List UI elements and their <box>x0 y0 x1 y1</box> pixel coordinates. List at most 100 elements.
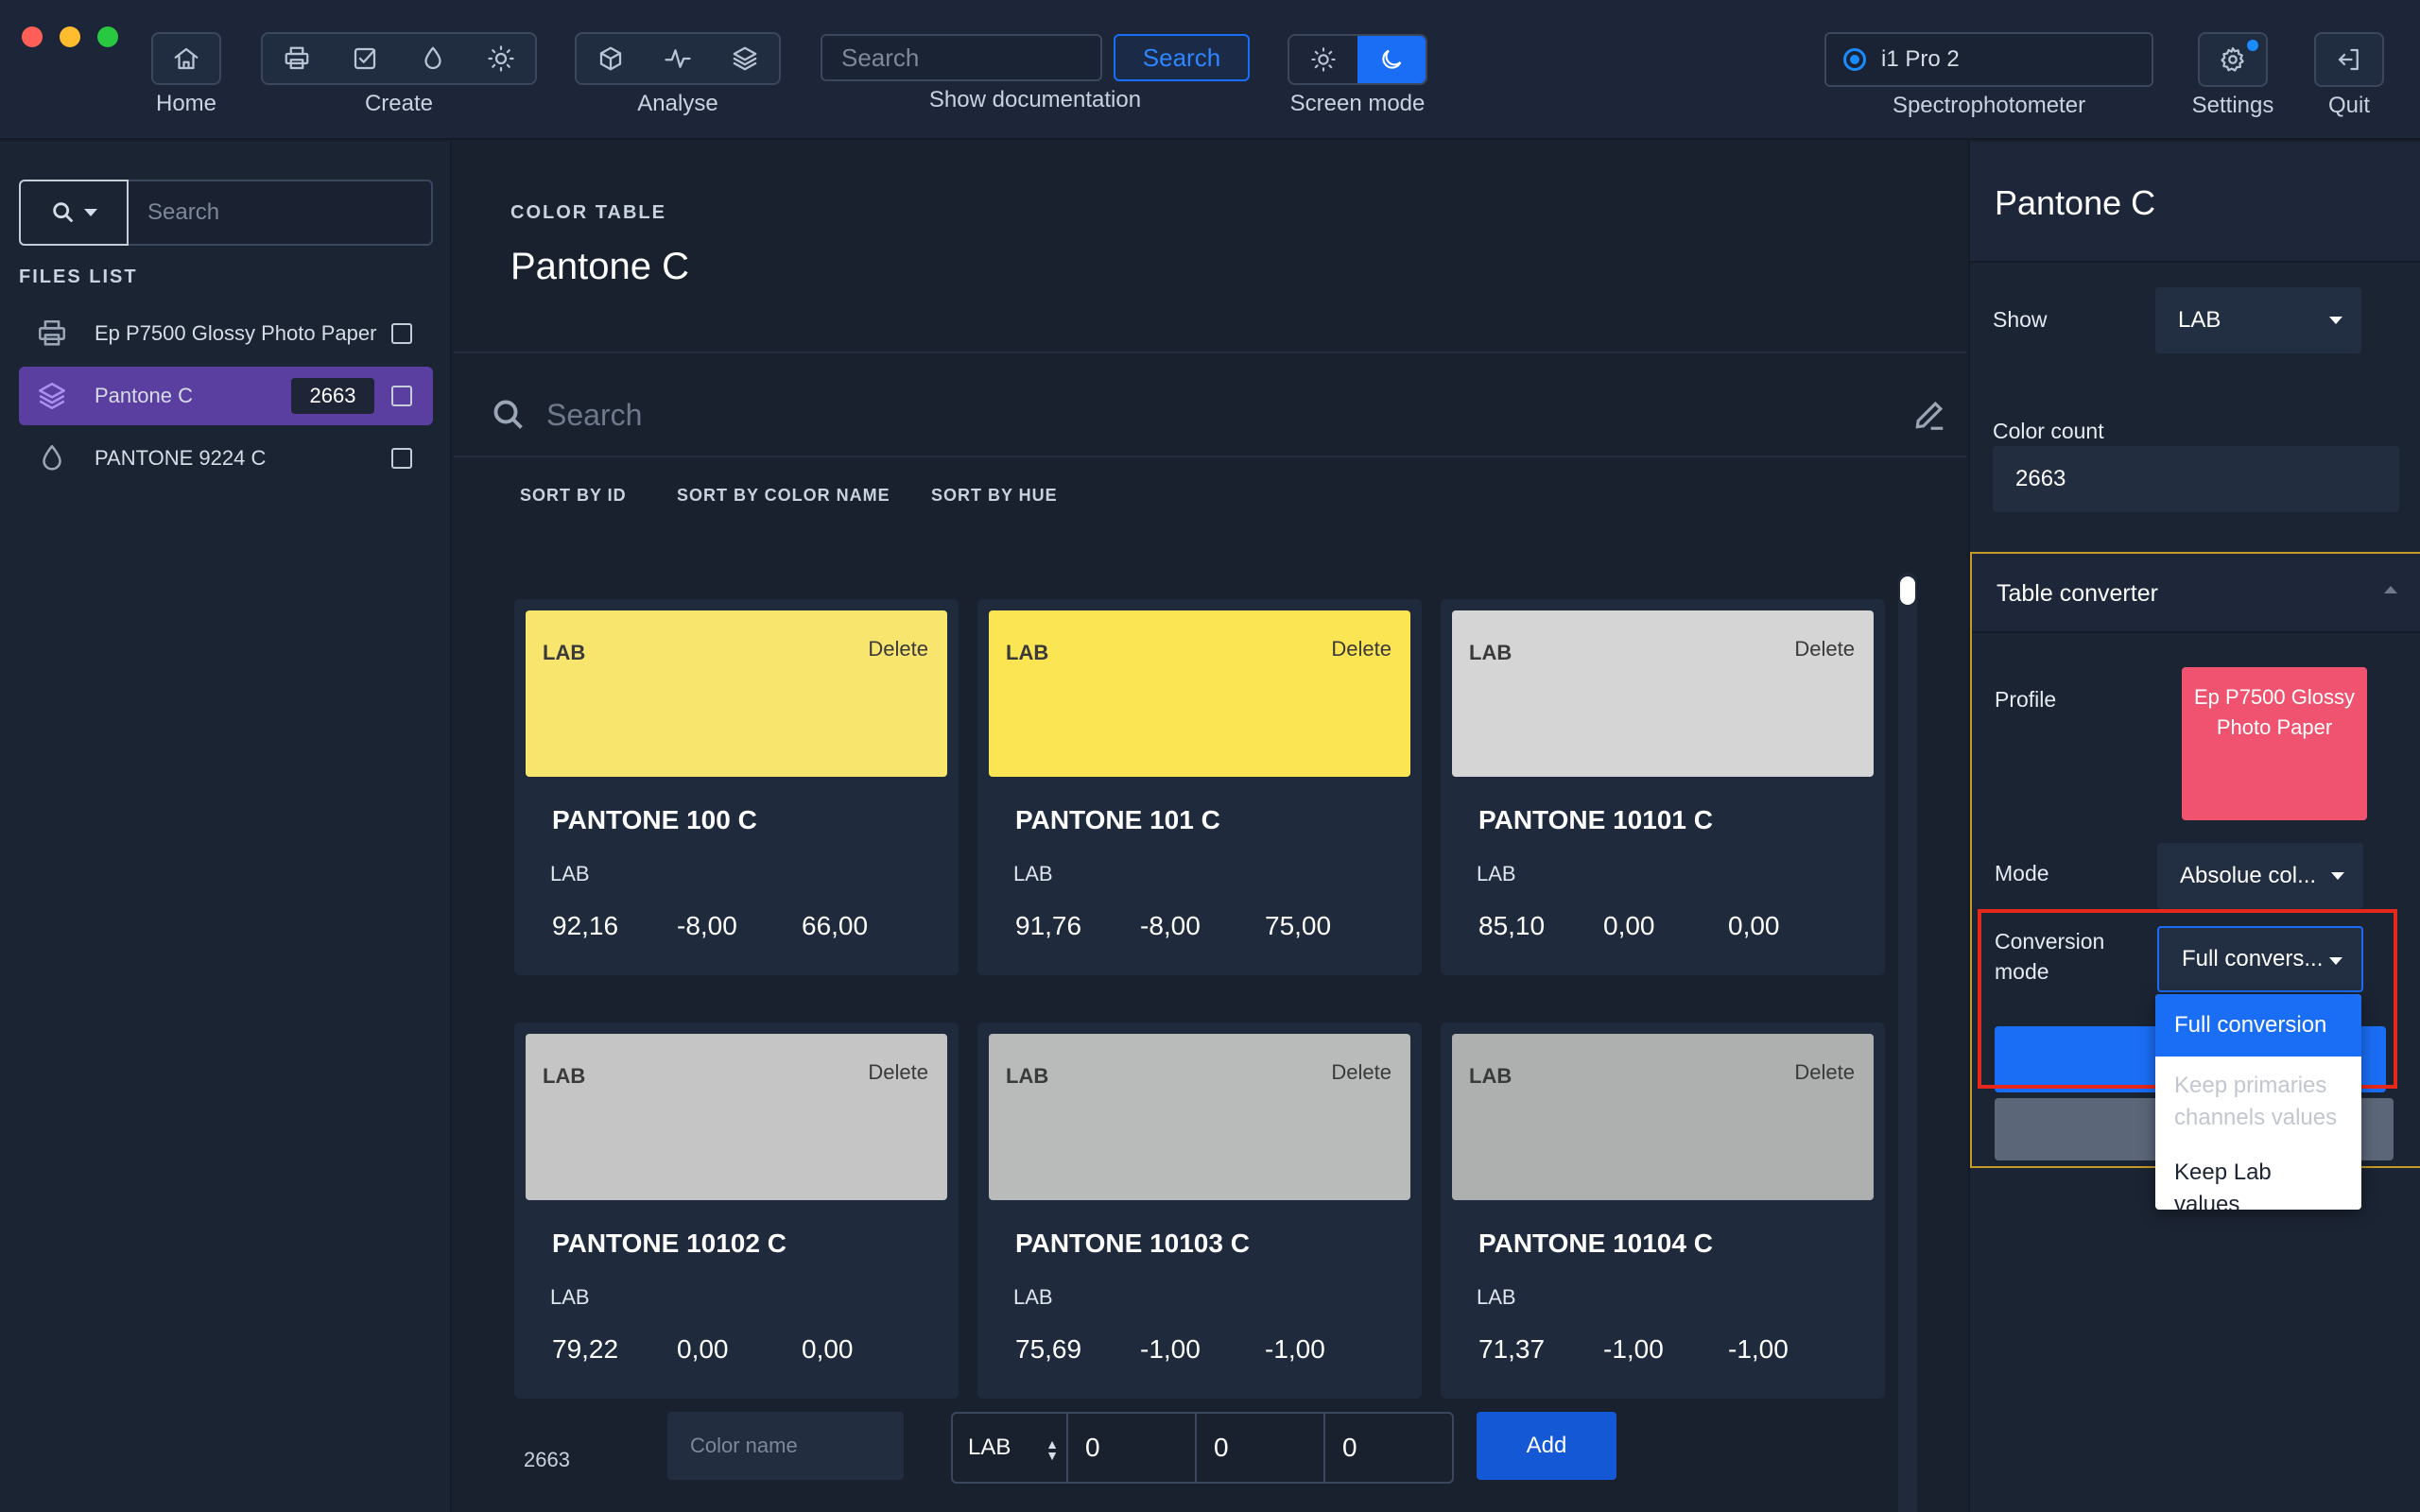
files-list-title: FILES LIST <box>19 266 138 287</box>
settings-button[interactable] <box>2198 32 2268 87</box>
layers-icon <box>38 382 66 410</box>
file-checkbox[interactable] <box>391 386 412 406</box>
delete-color-button[interactable]: Delete <box>868 637 928 662</box>
analyse-layers-button[interactable] <box>718 34 771 83</box>
file-search: Search <box>19 180 433 246</box>
file-name: PANTONE 9224 C <box>95 446 267 470</box>
table-converter-header[interactable]: Table converter <box>1972 554 2420 633</box>
dark-mode-button[interactable] <box>1357 36 1426 83</box>
color-name: PANTONE 100 C <box>552 805 757 834</box>
lab-l-value: 79,22 <box>552 1334 619 1364</box>
delete-color-button[interactable]: Delete <box>868 1060 928 1085</box>
swatch-space-label: LAB <box>1469 1064 1512 1088</box>
file-search-input[interactable]: Search <box>129 180 433 246</box>
divider <box>454 352 1966 353</box>
doc-search-input[interactable]: Search <box>821 34 1102 81</box>
analyse-gamut-button[interactable] <box>584 34 637 83</box>
lab-l-input[interactable]: 0 <box>1068 1412 1197 1484</box>
scrollbar-track[interactable] <box>1898 573 1917 1512</box>
chevron-up-icon <box>2384 586 2397 593</box>
home-group <box>151 32 221 85</box>
add-color-button[interactable]: Add <box>1477 1412 1616 1480</box>
spectrophotometer-select[interactable]: i1 Pro 2 <box>1824 32 2153 87</box>
mode-select[interactable]: Absolue col... <box>2157 843 2363 909</box>
lab-a-value: 0,00 <box>1603 911 1655 940</box>
show-select[interactable]: LAB <box>2155 287 2361 353</box>
quit-button[interactable] <box>2314 32 2384 87</box>
color-card[interactable]: LAB Delete PANTONE 10102 C LAB 79,22 0,0… <box>514 1022 959 1399</box>
lab-l-value: 75,69 <box>1015 1334 1082 1364</box>
color-swatch: LAB Delete <box>1452 1034 1874 1200</box>
profile-select-button[interactable]: Ep P7500 Glossy Photo Paper <box>2182 667 2367 820</box>
file-checkbox[interactable] <box>391 323 412 344</box>
analyse-curve-button[interactable] <box>651 34 704 83</box>
file-item-pantone-9224[interactable]: PANTONE 9224 C <box>19 429 433 488</box>
file-item-ep-p7500[interactable]: Ep P7500 Glossy Photo Paper <box>19 304 433 363</box>
scrollbar-thumb[interactable] <box>1900 576 1915 605</box>
create-checklist-button[interactable] <box>338 34 391 83</box>
color-space-select[interactable]: LAB ▲ ▼ <box>951 1412 1068 1484</box>
light-mode-button[interactable] <box>1289 36 1357 83</box>
color-swatch: LAB Delete <box>526 610 947 777</box>
search-filter-button[interactable] <box>19 180 129 246</box>
delete-color-button[interactable]: Delete <box>1331 1060 1392 1085</box>
color-card[interactable]: LAB Delete PANTONE 10101 C LAB 85,10 0,0… <box>1441 599 1885 975</box>
create-light-button[interactable] <box>475 34 527 83</box>
files-sidebar: Search FILES LIST Ep P7500 Glossy Photo … <box>0 142 452 1512</box>
divider <box>454 455 1966 457</box>
color-search: Search <box>492 382 1947 448</box>
conversion-mode-dropdown: Full conversion Keep primaries channels … <box>2155 994 2361 1210</box>
edit-icon[interactable] <box>1911 397 1947 433</box>
color-count-label: Color count <box>1993 419 2104 443</box>
sort-by-color-name-button[interactable]: SORT BY COLOR NAME <box>677 486 890 506</box>
color-search-input[interactable]: Search <box>546 398 642 433</box>
drop-icon <box>43 444 61 471</box>
option-keep-lab-values[interactable]: Keep Lab values <box>2155 1147 2361 1210</box>
sort-by-id-button[interactable]: SORT BY ID <box>520 486 627 506</box>
file-checkbox[interactable] <box>391 448 412 469</box>
lab-l-value: 91,76 <box>1015 911 1082 940</box>
create-color-button[interactable] <box>406 34 459 83</box>
delete-color-button[interactable]: Delete <box>1794 637 1855 662</box>
color-card[interactable]: LAB Delete PANTONE 101 C LAB 91,76 -8,00… <box>977 599 1422 975</box>
lab-a-value: -1,00 <box>1140 1334 1201 1364</box>
home-button[interactable] <box>160 34 213 83</box>
lab-b-value: -1,00 <box>1265 1334 1325 1364</box>
option-full-conversion[interactable]: Full conversion <box>2155 994 2361 1057</box>
lab-a-input[interactable]: 0 <box>1197 1412 1325 1484</box>
zoom-window-button[interactable] <box>97 26 118 47</box>
create-label: Create <box>364 91 434 116</box>
delete-color-button[interactable]: Delete <box>1794 1060 1855 1085</box>
lab-l-value: 85,10 <box>1478 911 1546 940</box>
sun-icon <box>1311 47 1336 72</box>
search-icon <box>493 400 523 429</box>
color-card[interactable]: LAB Delete PANTONE 100 C LAB 92,16 -8,00… <box>514 599 959 975</box>
settings-notification-dot <box>2247 40 2258 51</box>
chevron-down-icon <box>84 209 97 216</box>
lab-b-input[interactable]: 0 <box>1325 1412 1454 1484</box>
color-card[interactable]: LAB Delete PANTONE 10103 C LAB 75,69 -1,… <box>977 1022 1422 1399</box>
lab-a-value: -8,00 <box>1140 911 1201 940</box>
color-card[interactable]: LAB Delete PANTONE 10104 C LAB 71,37 -1,… <box>1441 1022 1885 1399</box>
create-printer-profile-button[interactable] <box>270 34 323 83</box>
delete-color-button[interactable]: Delete <box>1331 637 1392 662</box>
lab-b-value: 0,00 <box>802 1334 854 1364</box>
lab-b-value: -1,00 <box>1728 1334 1789 1364</box>
screen-mode-label: Screen mode <box>1289 91 1426 116</box>
spectrophotometer-label: Spectrophotometer <box>1892 93 2086 118</box>
logout-icon <box>2338 48 2359 71</box>
drop-icon <box>424 46 441 70</box>
color-space: LAB <box>1477 1285 1516 1309</box>
search-icon <box>53 202 74 223</box>
show-label: Show <box>1993 307 2048 332</box>
spectrophotometer-device: i1 Pro 2 <box>1881 46 1960 72</box>
lab-a-value: -8,00 <box>677 911 737 940</box>
show-value: LAB <box>2178 307 2221 333</box>
color-name-input[interactable]: Color name <box>667 1412 904 1480</box>
close-window-button[interactable] <box>22 26 43 47</box>
minimize-window-button[interactable] <box>60 26 80 47</box>
doc-search-button[interactable]: Search <box>1114 34 1250 81</box>
sort-by-hue-button[interactable]: SORT BY HUE <box>931 486 1058 506</box>
create-group <box>261 32 537 85</box>
file-item-pantone-c[interactable]: Pantone C 2663 <box>19 367 433 425</box>
